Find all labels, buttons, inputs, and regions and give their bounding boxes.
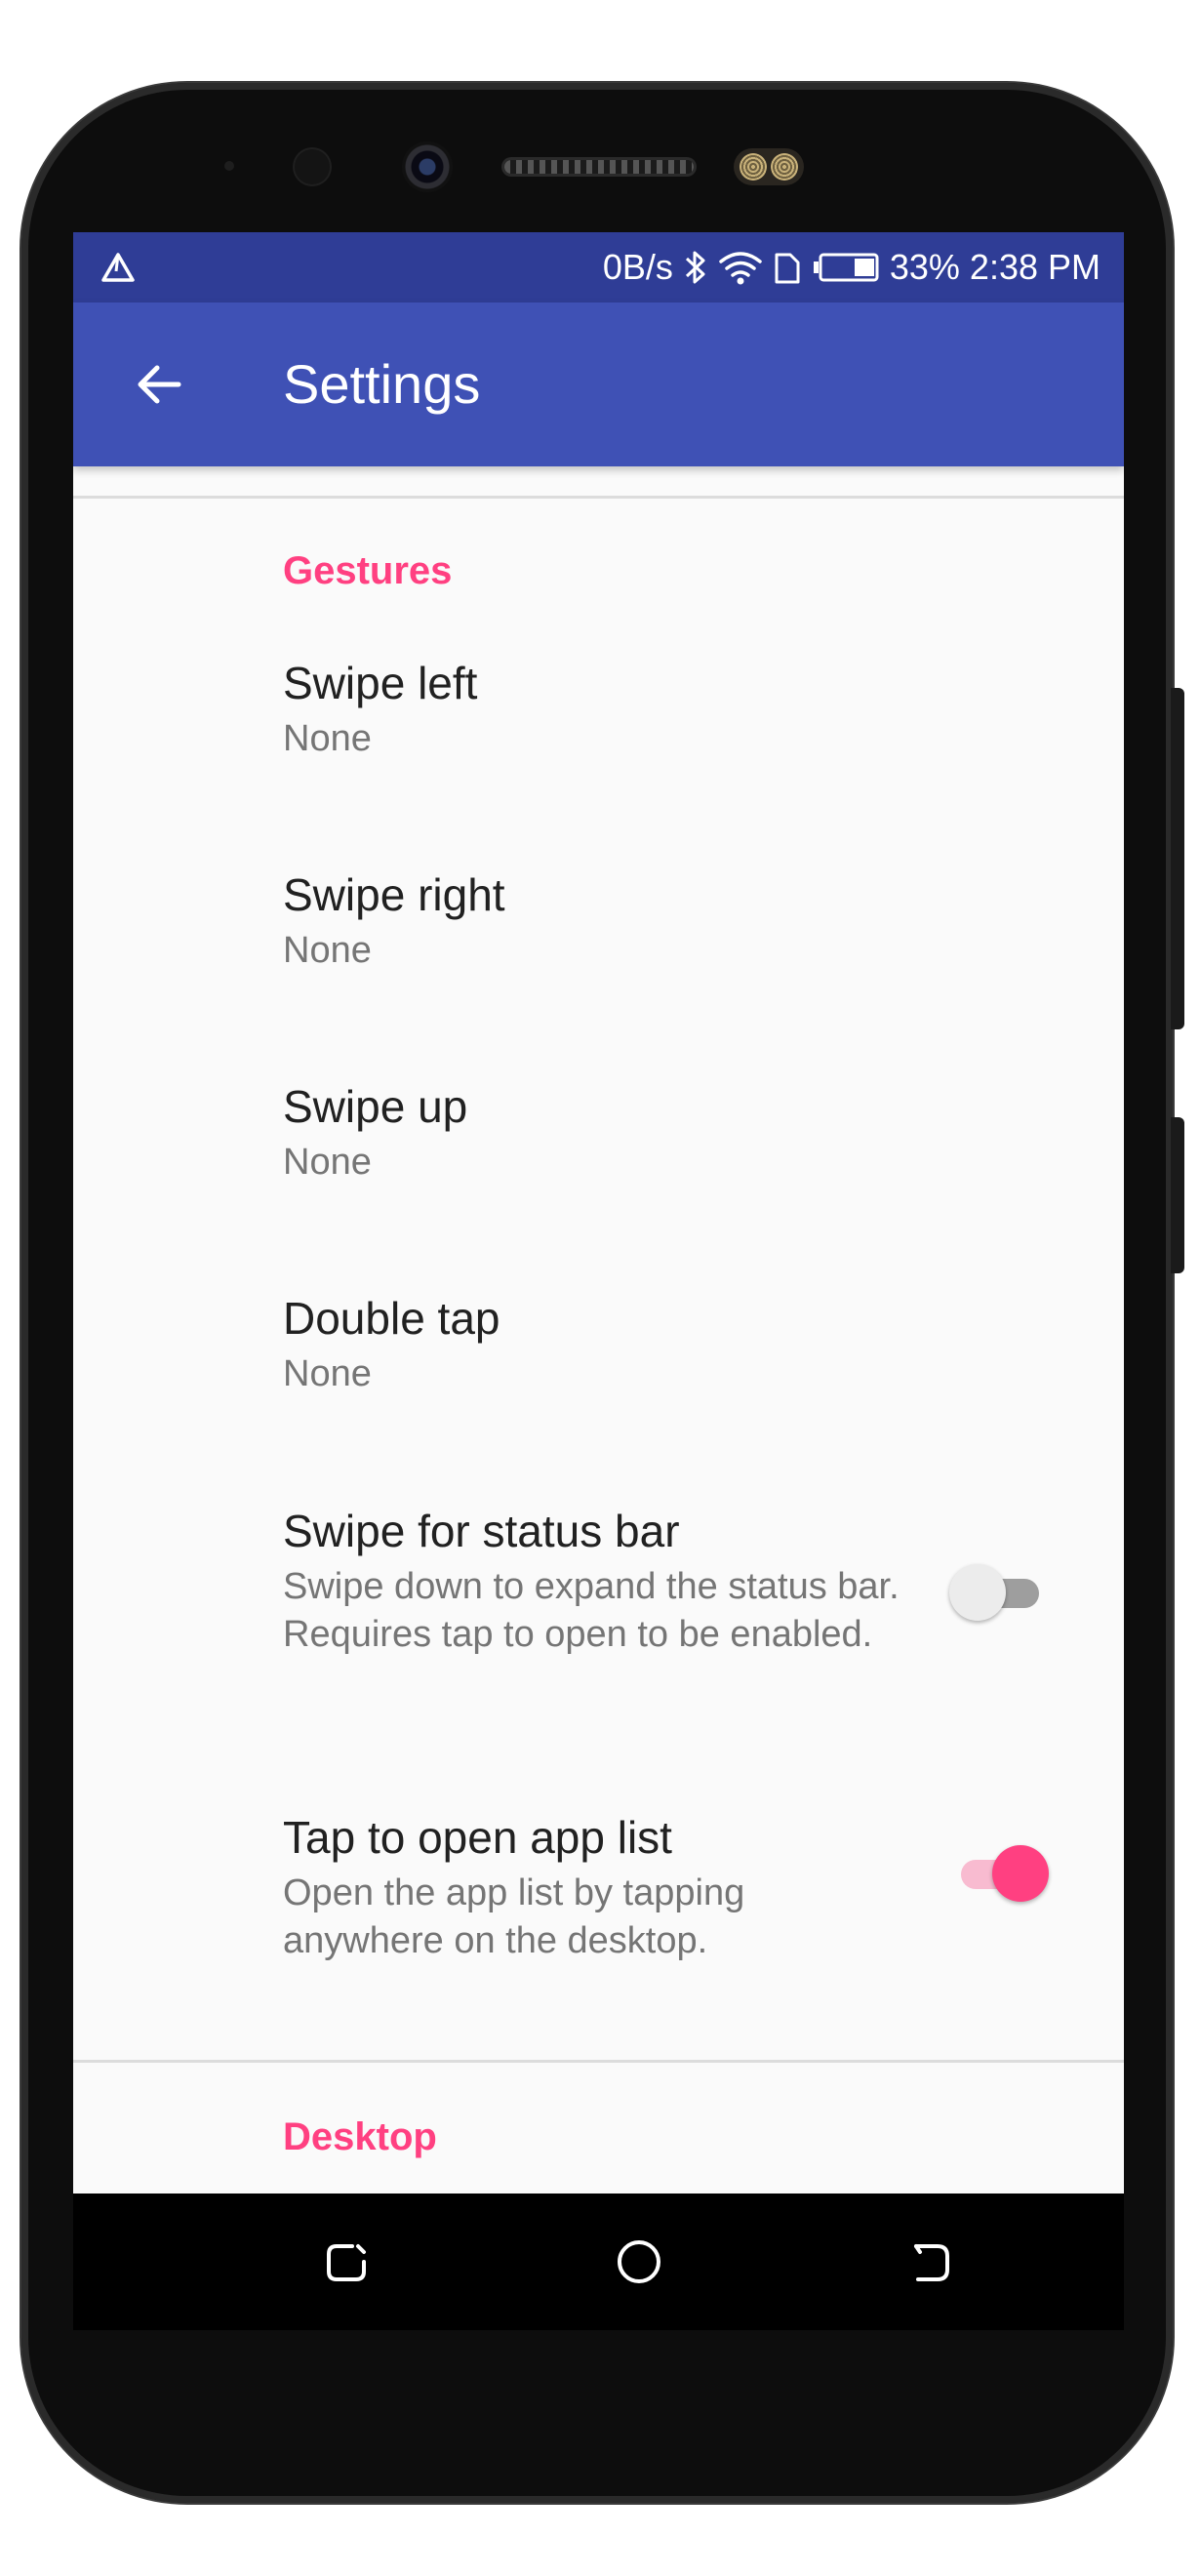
page-title: Settings [283, 353, 481, 415]
pref-title: Swipe left [283, 658, 478, 708]
front-flash [734, 148, 804, 185]
pref-swipe-left[interactable]: Swipe left None [73, 657, 1124, 803]
section-divider [73, 496, 1124, 499]
sim-icon [775, 253, 800, 284]
pref-summary: None [283, 1142, 372, 1183]
pref-summary: None [283, 718, 372, 759]
section-title-desktop: Desktop [283, 2115, 437, 2158]
volume-button [1171, 688, 1184, 1029]
pref-title: Swipe up [283, 1081, 468, 1132]
earpiece-speaker [504, 160, 694, 174]
pref-summary: Open the app list by tapping anywhere on… [283, 1872, 745, 1961]
status-right-group: 0B/s 33% 2:38 PM [603, 232, 1100, 302]
battery-icon [813, 253, 879, 282]
pref-swipe-right[interactable]: Swipe right None [73, 868, 1124, 1015]
nav-home-button[interactable] [600, 2223, 678, 2301]
section-divider [73, 2060, 1124, 2063]
front-camera [402, 141, 453, 192]
power-button [1171, 1117, 1184, 1273]
pref-title: Tap to open app list [283, 1812, 672, 1863]
bluetooth-icon [685, 251, 705, 284]
pref-tap-to-open-app-list[interactable]: Tap to open app list Open the app list b… [73, 1811, 1124, 1977]
back-button[interactable] [122, 347, 196, 422]
pref-summary: None [283, 1353, 372, 1394]
pref-swipe-for-status-bar[interactable]: Swipe for status bar Swipe down to expan… [73, 1505, 1124, 1729]
switch-thumb [949, 1564, 1006, 1621]
pref-double-tap[interactable]: Double tap None [73, 1292, 1124, 1438]
network-speed: 0B/s [602, 247, 673, 287]
tap-open-app-list-switch[interactable] [949, 1843, 1049, 1902]
section-title-gestures: Gestures [283, 549, 453, 592]
notification-triangle-icon [101, 253, 135, 282]
status-bar-swipe-switch[interactable] [949, 1562, 1047, 1621]
nav-back-button[interactable] [307, 2223, 385, 2301]
proximity-sensor [224, 161, 234, 171]
switch-thumb [992, 1845, 1049, 1902]
app-bar: Settings [73, 302, 1124, 466]
back-nav-icon [327, 2244, 366, 2281]
pref-swipe-up[interactable]: Swipe up None [73, 1080, 1124, 1227]
settings-list: Gestures Swipe left None Swipe right Non… [73, 466, 1124, 2194]
navigation-bar [73, 2194, 1124, 2330]
pref-title: Swipe right [283, 869, 505, 920]
wifi-icon [719, 252, 762, 285]
light-sensor [295, 149, 330, 184]
pref-summary: None [283, 930, 372, 971]
pref-title: Swipe for status bar [283, 1506, 680, 1556]
battery-percent: 33% [889, 247, 960, 287]
pref-summary: Swipe down to expand the status bar. Req… [283, 1566, 900, 1655]
status-bar: 0B/s 33% 2:38 PM [73, 232, 1124, 302]
recents-nav-icon [914, 2244, 949, 2281]
pref-title: Double tap [283, 1293, 500, 1344]
home-nav-icon [618, 2240, 660, 2283]
clock: 2:38 PM [969, 247, 1100, 287]
screen: 0B/s 33% 2:38 PM Settings Gestures Swipe… [73, 232, 1124, 2330]
nav-recents-button[interactable] [893, 2223, 971, 2301]
arrow-left-icon [138, 365, 181, 404]
